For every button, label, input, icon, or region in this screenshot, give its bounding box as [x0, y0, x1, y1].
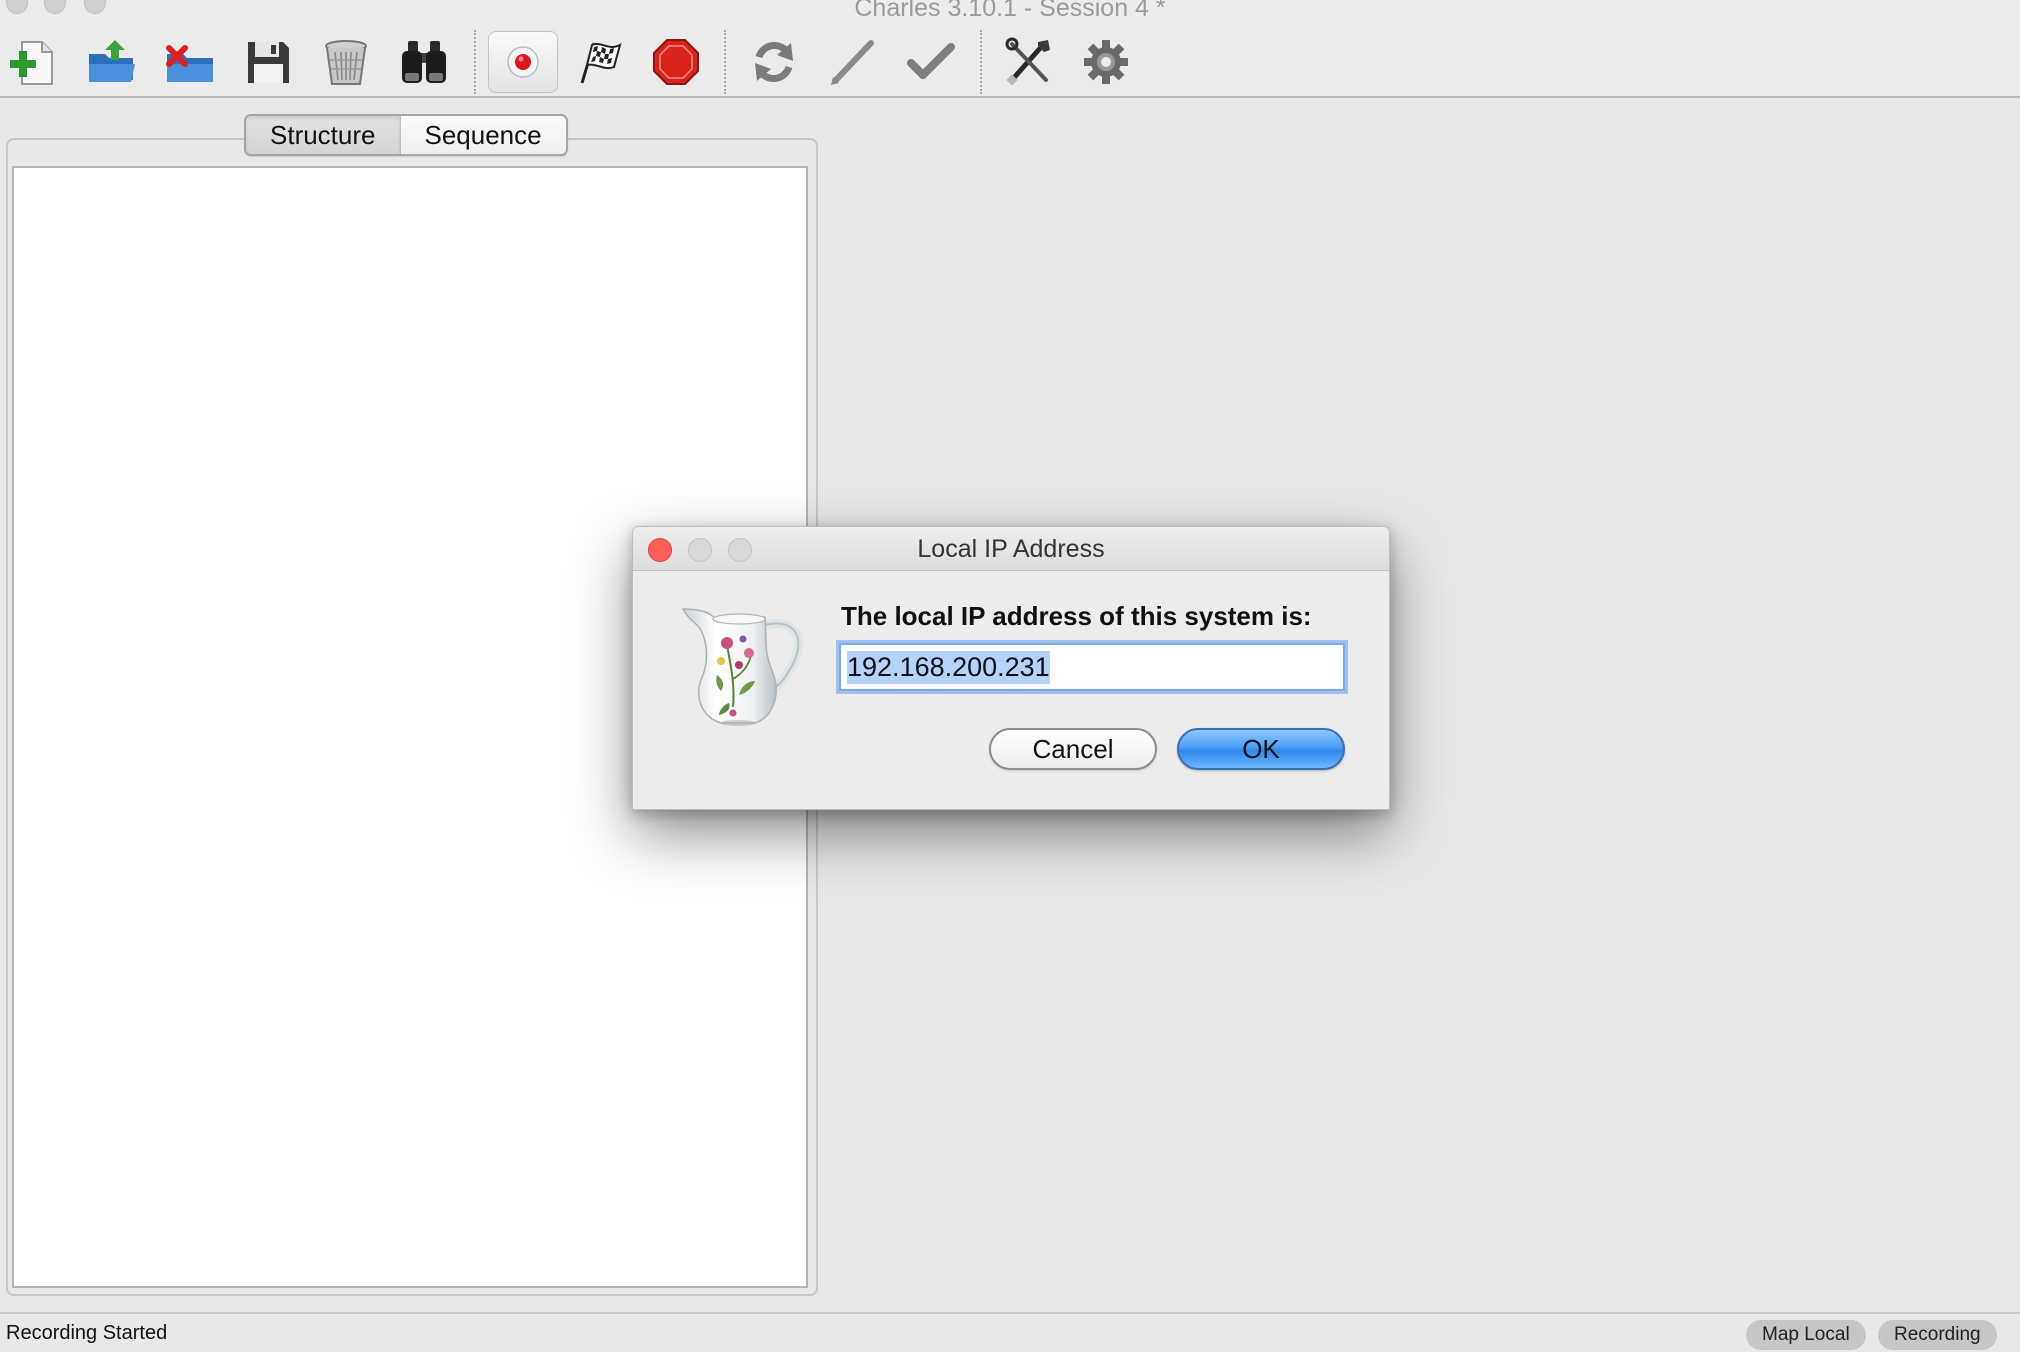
- tools-icon: [1005, 37, 1050, 86]
- close-session-icon: [166, 45, 213, 82]
- toolbar-separator: [980, 30, 982, 94]
- repeat-button[interactable]: [744, 32, 804, 92]
- settings-icon: [1084, 40, 1128, 84]
- new-session-icon: [10, 41, 53, 85]
- edit-icon: [831, 40, 874, 85]
- window-title: Charles 3.10.1 - Session 4 *: [854, 0, 1166, 22]
- tab-structure[interactable]: Structure: [246, 116, 400, 154]
- stop-button[interactable]: [646, 32, 706, 92]
- edit-button[interactable]: [822, 32, 882, 92]
- status-bar: Recording Started Map Local Recording: [0, 1312, 2020, 1352]
- ok-button[interactable]: OK: [1177, 728, 1345, 770]
- record-button[interactable]: [488, 31, 558, 93]
- throttle-button[interactable]: [570, 32, 630, 92]
- tab-sequence[interactable]: Sequence: [399, 116, 566, 154]
- ip-address-field[interactable]: 192.168.200.231: [839, 643, 1345, 691]
- status-message: Recording Started: [6, 1322, 168, 1344]
- validate-icon: [907, 43, 955, 79]
- open-session-button[interactable]: [82, 32, 142, 92]
- record-icon: [507, 46, 539, 78]
- dialog-prompt: The local IP address of this system is:: [841, 601, 1312, 631]
- close-session-button[interactable]: [160, 32, 220, 92]
- recording-badge[interactable]: Recording: [1878, 1320, 1997, 1350]
- charles-jug-icon: [681, 608, 803, 726]
- tools-button[interactable]: [998, 32, 1058, 92]
- dialog-close-button[interactable]: [648, 538, 672, 562]
- clear-session-button[interactable]: [316, 32, 376, 92]
- window-titlebar: Charles 3.10.1 - Session 4 *: [0, 0, 2020, 26]
- stop-icon: [653, 39, 699, 85]
- toolbar-separator: [474, 30, 476, 94]
- open-session-icon: [89, 40, 135, 82]
- toolbar: [0, 26, 2020, 98]
- ip-address-value: 192.168.200.231: [847, 650, 1050, 684]
- save-session-icon: [248, 42, 289, 83]
- find-icon: [402, 41, 446, 83]
- toolbar-separator: [724, 30, 726, 94]
- cancel-button[interactable]: Cancel: [989, 728, 1157, 770]
- throttle-icon: [580, 42, 622, 84]
- dialog-zoom-button[interactable]: [728, 538, 752, 562]
- new-session-button[interactable]: [4, 32, 64, 92]
- local-ip-dialog: Local IP Address The local IP address of…: [632, 526, 1390, 810]
- settings-button[interactable]: [1076, 32, 1136, 92]
- dialog-titlebar: Local IP Address: [633, 527, 1389, 571]
- view-tabs: Structure Sequence: [244, 114, 568, 156]
- repeat-icon: [755, 42, 793, 82]
- find-button[interactable]: [394, 32, 454, 92]
- dialog-minimize-button[interactable]: [688, 538, 712, 562]
- save-session-button[interactable]: [238, 32, 298, 92]
- validate-button[interactable]: [900, 32, 960, 92]
- clear-session-icon: [325, 40, 367, 85]
- map-local-badge[interactable]: Map Local: [1746, 1320, 1866, 1350]
